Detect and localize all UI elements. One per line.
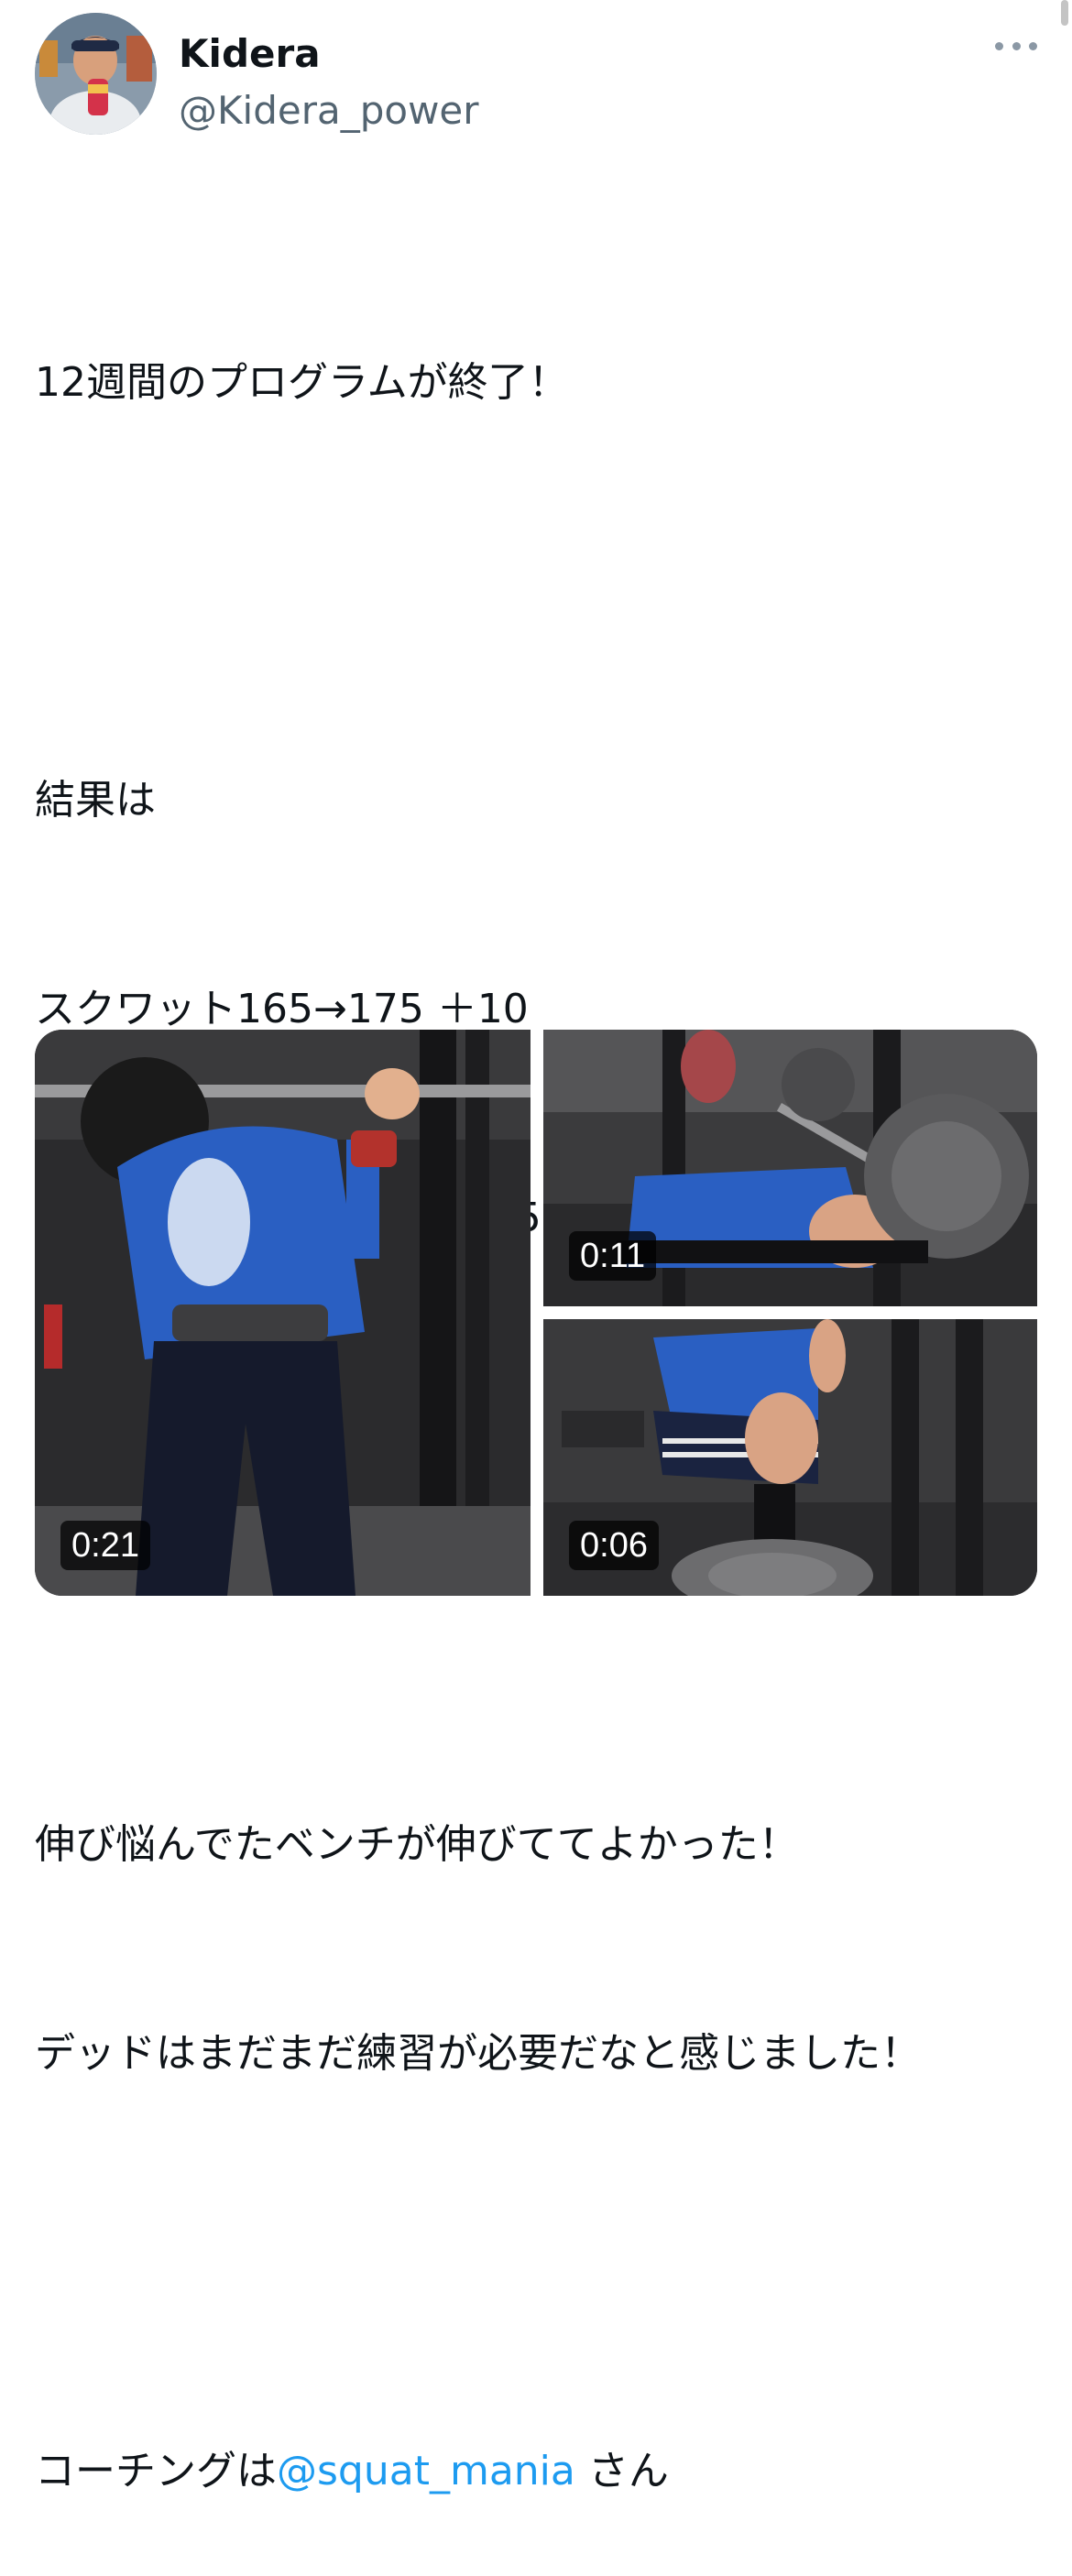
- tweet-line: デッドはまだまだ練習が必要だなと感じました！: [35, 2030, 922, 2077]
- tweet-line-coaching: コーチングは@squat_mania さん: [35, 2437, 1034, 2506]
- avatar[interactable]: [35, 13, 157, 135]
- tweet-line: 伸び悩んでたベンチが伸びててよかった！: [35, 1821, 799, 1868]
- video-deadlift[interactable]: 0:06: [543, 1319, 1037, 1596]
- video-duration: 0:11: [569, 1231, 657, 1281]
- dot: [1012, 41, 1021, 50]
- mention-link[interactable]: @squat_mania: [277, 2448, 575, 2494]
- media-grid: 0:21 0:11 0:06: [35, 1030, 1037, 1596]
- squat-video-thumbnail: [35, 1030, 531, 1596]
- scrollbar[interactable]: [1061, 0, 1068, 26]
- dot: [995, 41, 1003, 50]
- dot: [1029, 41, 1037, 50]
- author-handle[interactable]: @Kidera_power: [179, 92, 479, 130]
- video-squat[interactable]: 0:21: [35, 1030, 531, 1596]
- coaching-suffix: さん: [574, 2448, 669, 2494]
- tweet-header: Kidera @Kidera_power: [35, 13, 1037, 141]
- avatar-photo-icon: [35, 13, 157, 135]
- video-duration: 0:06: [569, 1521, 659, 1570]
- coaching-prefix: コーチングは: [35, 2448, 277, 2494]
- author-display-name[interactable]: Kidera: [179, 35, 321, 73]
- more-options-icon[interactable]: [995, 37, 1037, 55]
- video-bench-press[interactable]: 0:11: [543, 1030, 1037, 1306]
- video-duration: 0:21: [60, 1521, 150, 1570]
- tweet-line: 結果は: [35, 777, 156, 824]
- tweet-line: 12週間のプログラムが終了！: [35, 359, 569, 406]
